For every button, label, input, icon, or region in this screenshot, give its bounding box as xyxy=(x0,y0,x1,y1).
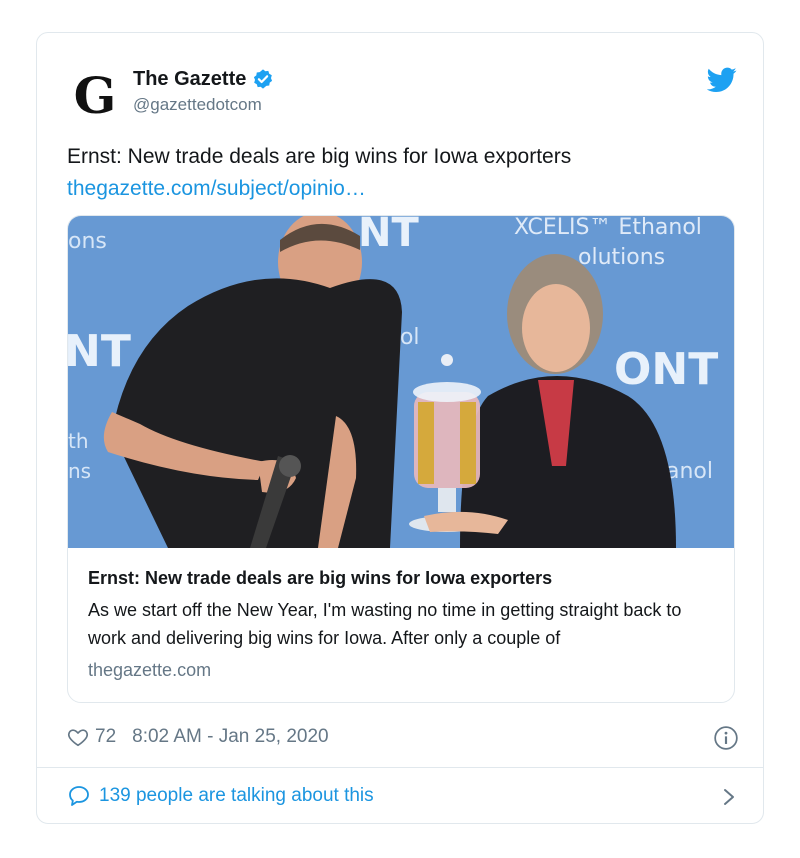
link-preview-card[interactable]: ons XCELIS™ Ethanol olutions NT th ns no… xyxy=(67,215,735,703)
woman-head xyxy=(522,284,590,372)
microphone-head xyxy=(279,455,301,477)
twitter-bird-icon[interactable] xyxy=(707,67,737,93)
backdrop-text-th: th xyxy=(68,429,89,453)
conversation-link[interactable]: 139 people are talking about this xyxy=(67,781,739,811)
backdrop-text-anol: anol xyxy=(666,459,713,484)
conversation-count-text[interactable]: 139 people are talking about this xyxy=(99,785,374,807)
tweet-meta-row: 72 8:02 AM - Jan 25, 2020 xyxy=(67,723,739,751)
author-block[interactable]: The Gazette @gazettedotcom xyxy=(133,65,274,115)
card-description[interactable]: As we start off the New Year, I'm wastin… xyxy=(88,596,718,652)
like-count[interactable]: 72 xyxy=(95,726,116,748)
svg-text:G: G xyxy=(74,67,117,123)
backdrop-text-xcelis: XCELIS™ Ethanol xyxy=(514,216,702,240)
author-handle[interactable]: @gazettedotcom xyxy=(133,95,274,115)
tweet-timestamp[interactable]: 8:02 AM - Jan 25, 2020 xyxy=(132,726,328,748)
tweet-link[interactable]: thegazette.com/subject/opinio… xyxy=(67,173,747,205)
backdrop-text-ons: ons xyxy=(68,229,107,254)
tweet-header: G The Gazette @gazettedotcom xyxy=(67,61,739,125)
chevron-right-icon[interactable] xyxy=(721,787,737,807)
tweet-embed-card: G The Gazette @gazettedotcom Ernst: New … xyxy=(36,32,764,824)
divider xyxy=(37,767,763,768)
heart-icon[interactable] xyxy=(67,726,89,748)
gazette-logo-icon[interactable]: G xyxy=(67,67,123,123)
tweet-text: Ernst: New trade deals are big wins for … xyxy=(67,141,747,205)
author-display-name[interactable]: The Gazette xyxy=(133,68,246,91)
card-body[interactable]: Ernst: New trade deals are big wins for … xyxy=(88,566,718,681)
chat-bubble-icon[interactable] xyxy=(67,784,91,808)
backdrop-text-ns: ns xyxy=(68,459,91,483)
tweet-body-text: Ernst: New trade deals are big wins for … xyxy=(67,145,572,168)
card-domain[interactable]: thegazette.com xyxy=(88,660,718,681)
verified-badge-icon xyxy=(254,69,273,89)
info-icon[interactable] xyxy=(713,725,739,751)
card-title[interactable]: Ernst: New trade deals are big wins for … xyxy=(88,566,718,590)
article-photo[interactable]: ons XCELIS™ Ethanol olutions NT th ns no… xyxy=(68,216,735,548)
backdrop-text-nt-left: NT xyxy=(68,326,131,377)
backdrop-text-ont-right: ONT xyxy=(614,344,718,395)
backdrop-text-nt-top: NT xyxy=(358,216,419,256)
backdrop-text-solutions: olutions xyxy=(578,245,665,270)
author-name-row[interactable]: The Gazette xyxy=(133,65,274,93)
